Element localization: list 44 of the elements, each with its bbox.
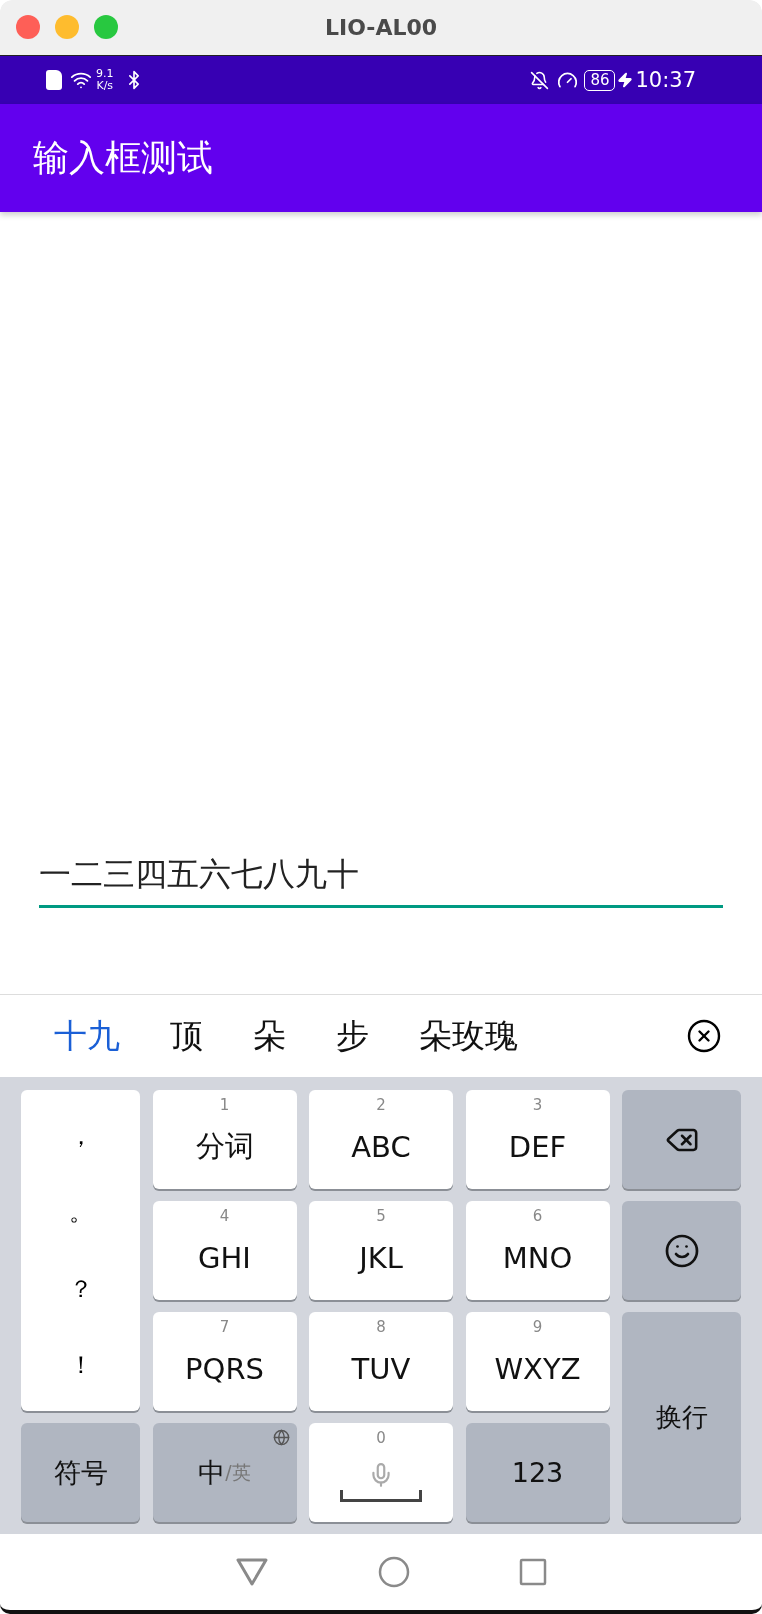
speed-unit: K/s: [96, 80, 114, 92]
letter-key[interactable]: 8 TUV: [309, 1312, 453, 1411]
charging-icon: [617, 72, 634, 88]
enter-key[interactable]: 换行: [622, 1312, 741, 1522]
back-icon[interactable]: [234, 1557, 269, 1587]
candidate-word[interactable]: 朵: [253, 1013, 286, 1059]
close-button[interactable]: [16, 15, 40, 39]
letter-key[interactable]: 1 分词: [152, 1090, 297, 1189]
input-field[interactable]: 一二三四五六七八九十: [39, 853, 723, 908]
globe-icon: [272, 1429, 290, 1446]
letter-key[interactable]: 6 MNO: [465, 1201, 610, 1300]
home-icon[interactable]: [378, 1556, 410, 1588]
smiley-icon: [663, 1232, 700, 1269]
emoji-key[interactable]: [622, 1201, 741, 1300]
sim-alert-icon: [46, 70, 62, 90]
candidate-word[interactable]: 十九: [54, 1013, 120, 1059]
space-key[interactable]: 0: [309, 1423, 453, 1522]
function-key[interactable]: 符号: [21, 1423, 140, 1522]
clock-time: 10:37: [635, 68, 696, 92]
letter-key[interactable]: 3 DEF: [465, 1090, 610, 1189]
recents-icon[interactable]: [519, 1558, 548, 1586]
punctuation-mark[interactable]: ，: [68, 1120, 93, 1153]
space-bar-icon: [340, 1489, 422, 1502]
language-key[interactable]: 中/英: [152, 1423, 297, 1522]
backspace-key[interactable]: [622, 1090, 741, 1189]
letter-key[interactable]: 2 ABC: [309, 1090, 453, 1189]
punctuation-mark[interactable]: ？: [68, 1272, 93, 1305]
punctuation-mark[interactable]: 。: [68, 1196, 93, 1229]
punctuation-mark[interactable]: ！: [68, 1348, 93, 1381]
candidate-word[interactable]: 顶: [170, 1013, 203, 1059]
letter-key[interactable]: 4 GHI: [152, 1201, 297, 1300]
function-key[interactable]: 123: [465, 1423, 610, 1522]
bell-off-icon: [530, 70, 550, 90]
letter-key[interactable]: 7 PQRS: [152, 1312, 297, 1411]
candidate-word[interactable]: 朵玫瑰: [419, 1013, 518, 1059]
speed-value: 9.1: [96, 68, 114, 80]
letter-key[interactable]: 5 JKL: [309, 1201, 453, 1300]
zoom-button[interactable]: [94, 15, 118, 39]
candidate-word[interactable]: 步: [336, 1013, 369, 1059]
close-icon[interactable]: [686, 1018, 722, 1054]
app-title: 输入框测试: [33, 135, 213, 180]
letter-key[interactable]: 9 WXYZ: [465, 1312, 610, 1411]
window-title: LIO-AL00: [324, 15, 438, 40]
battery-indicator: 86: [584, 69, 616, 91]
